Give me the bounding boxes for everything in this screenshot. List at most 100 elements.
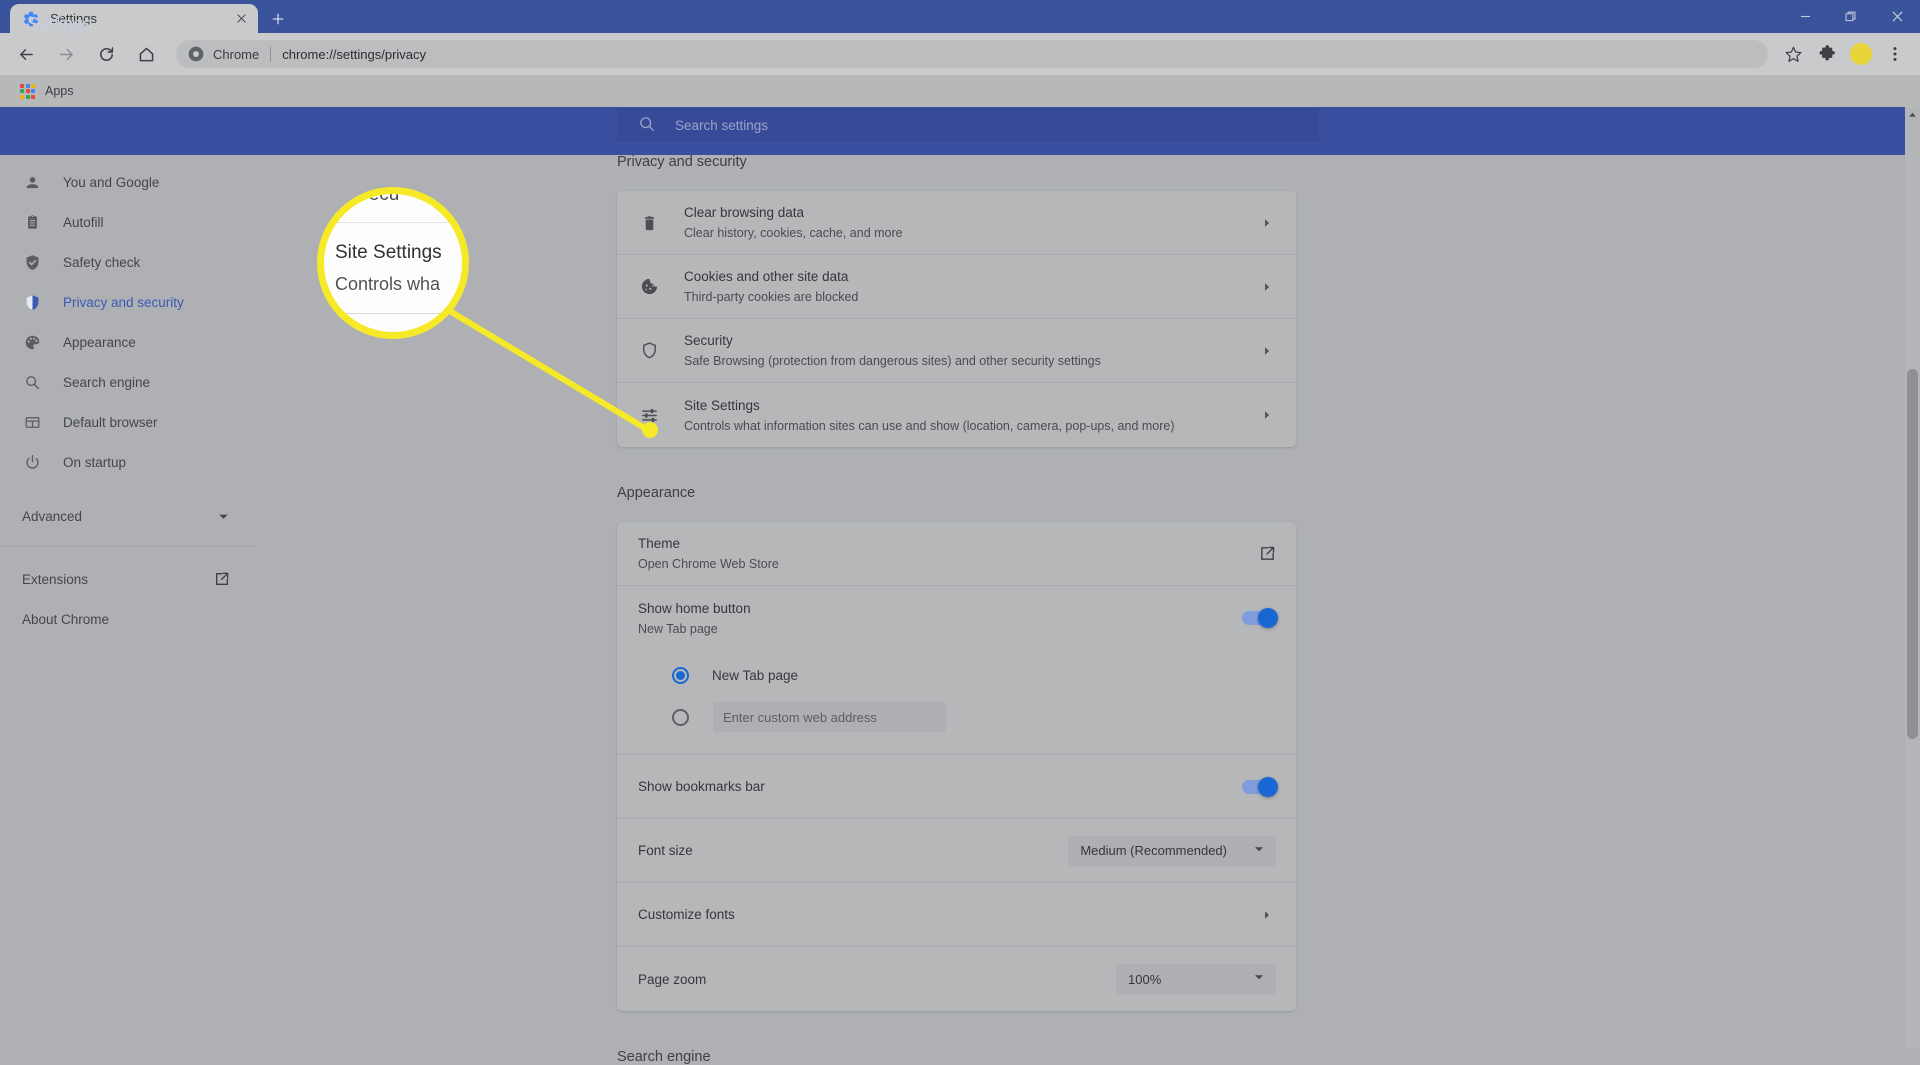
search-placeholder: Search settings	[675, 117, 769, 133]
radio-row-new-tab-page[interactable]: New Tab page	[617, 654, 1296, 696]
palette-icon	[22, 332, 42, 352]
row-title: Show home button	[638, 600, 751, 616]
magnifier-callout: Secu Site Settings Controls wha	[317, 187, 469, 339]
custom-web-address-input[interactable]	[713, 702, 946, 732]
sidebar-item-on-startup[interactable]: On startup	[0, 442, 256, 482]
sidebar-item-appearance[interactable]: Appearance	[0, 322, 256, 362]
profile-avatar-circle	[1850, 43, 1872, 65]
omnibox-separator	[270, 46, 272, 62]
row-title: Theme	[638, 536, 681, 551]
font-size-select[interactable]: Medium (Recommended)	[1068, 835, 1276, 866]
shield-icon	[638, 340, 660, 362]
sidebar-item-extensions[interactable]: Extensions	[0, 559, 256, 599]
vertical-scroll-thumb[interactable]	[1907, 369, 1918, 739]
row-title: Show bookmarks bar	[638, 779, 765, 794]
sidebar-item-label: On startup	[63, 454, 127, 470]
chevron-right-icon[interactable]	[1258, 278, 1276, 296]
vertical-scrollbar[interactable]	[1905, 107, 1920, 1048]
triangle-up-icon[interactable]	[1905, 107, 1920, 122]
section-title-privacy: Privacy and security	[617, 154, 747, 170]
row-subtitle: Safe Browsing (protection from dangerous…	[684, 354, 1101, 368]
settings-main-panel: Privacy and security Clear browsing data…	[256, 154, 1905, 1065]
new-tab-button[interactable]	[264, 6, 292, 32]
sidebar-item-label: Appearance	[63, 334, 136, 350]
window-controls	[1782, 0, 1920, 33]
toggle-knob	[1258, 776, 1278, 797]
row-show-bookmarks-bar[interactable]: Show bookmarks bar	[617, 755, 1296, 819]
sidebar-item-default-browser[interactable]: Default browser	[0, 402, 256, 442]
chevron-right-icon[interactable]	[1258, 406, 1276, 424]
chevron-right-icon[interactable]	[1258, 906, 1276, 924]
omnibox-url-text[interactable]: chrome://settings/privacy	[282, 47, 1756, 62]
sidebar-item-label: Search engine	[63, 374, 151, 390]
sidebar-item-you-and-google[interactable]: You and Google	[0, 162, 256, 202]
chevron-down-icon	[217, 510, 230, 523]
row-text-block: Security Safe Browsing (protection from …	[684, 331, 1258, 370]
sidebar-item-label: Autofill	[63, 214, 104, 230]
sidebar-footer-label: About Chrome	[22, 611, 110, 627]
radio-new-tab-page[interactable]	[672, 666, 689, 684]
minimize-icon[interactable]	[1782, 0, 1828, 33]
sidebar-item-search-engine[interactable]: Search engine	[0, 362, 256, 402]
magnifier-subtitle: Controls wha	[335, 274, 441, 294]
row-theme[interactable]: Theme Open Chrome Web Store	[617, 522, 1296, 586]
bookmark-item-apps[interactable]: Apps	[14, 81, 80, 102]
row-clear-browsing-data[interactable]: Clear browsing data Clear history, cooki…	[617, 191, 1296, 255]
page-zoom-select[interactable]: 100%	[1116, 964, 1276, 994]
sidebar-item-privacy-and-security[interactable]: Privacy and security	[0, 282, 256, 322]
magnifier-divider-bottom	[324, 313, 462, 314]
sidebar-item-advanced[interactable]: Advanced	[0, 496, 256, 536]
sidebar-item-label: Safety check	[63, 254, 141, 270]
radio-row-custom-address[interactable]	[617, 696, 1296, 738]
trash-icon	[638, 212, 660, 234]
shield-check-icon	[22, 252, 42, 272]
star-icon[interactable]	[1778, 39, 1808, 69]
close-icon[interactable]	[230, 8, 252, 30]
row-subtitle: Open Chrome Web Store	[638, 557, 779, 571]
sidebar-item-label: You and Google	[63, 174, 160, 190]
chevron-right-icon[interactable]	[1258, 214, 1276, 232]
row-subtitle: New Tab page	[638, 621, 718, 636]
external-link-icon	[214, 571, 230, 587]
row-title: Cookies and other site data	[684, 269, 849, 284]
row-text-block: Show bookmarks bar	[638, 777, 1242, 796]
chevron-down-icon	[1253, 970, 1265, 988]
sidebar-footer-label: Extensions	[22, 571, 89, 587]
section-title-search-engine: Search engine	[617, 1049, 711, 1065]
reload-button[interactable]	[90, 38, 122, 70]
radio-custom-web-address[interactable]	[672, 708, 689, 726]
shield-icon	[22, 292, 42, 312]
home-button[interactable]	[130, 38, 162, 70]
appearance-card: Theme Open Chrome Web Store Show home bu…	[617, 522, 1296, 1011]
toggle-show-home-button[interactable]	[1242, 608, 1278, 628]
row-subtitle: Controls what information sites can use …	[684, 418, 1175, 433]
row-page-zoom[interactable]: Page zoom 100%	[617, 947, 1296, 1011]
sidebar-item-autofill[interactable]: Autofill	[0, 202, 256, 242]
row-show-home-button[interactable]: Show home button New Tab page	[617, 586, 1296, 650]
puzzle-icon[interactable]	[1812, 39, 1842, 69]
close-window-icon[interactable]	[1874, 0, 1920, 33]
avatar[interactable]	[1846, 39, 1876, 69]
row-customize-fonts[interactable]: Customize fonts	[617, 883, 1296, 947]
three-dot-menu-icon[interactable]	[1880, 39, 1910, 69]
sidebar-item-about-chrome[interactable]: About Chrome	[0, 599, 256, 639]
row-security[interactable]: Security Safe Browsing (protection from …	[617, 319, 1296, 383]
row-site-settings[interactable]: Site Settings Controls what information …	[617, 383, 1296, 447]
sidebar-item-label: Privacy and security	[63, 294, 184, 310]
search-icon	[22, 372, 42, 392]
address-bar[interactable]: Chrome chrome://settings/privacy	[176, 40, 1768, 68]
row-title: Clear browsing data	[684, 205, 805, 220]
row-title: Site Settings	[684, 397, 760, 413]
row-text-block: Show home button New Tab page	[638, 599, 1242, 638]
row-cookies-and-other-site-data[interactable]: Cookies and other site data Third-party …	[617, 255, 1296, 319]
row-font-size[interactable]: Font size Medium (Recommended)	[617, 819, 1296, 883]
row-title: Security	[684, 333, 733, 348]
sidebar-item-safety-check[interactable]: Safety check	[0, 242, 256, 282]
power-icon	[22, 452, 42, 472]
toggle-show-bookmarks-bar[interactable]	[1242, 776, 1278, 797]
external-link-icon[interactable]	[1258, 545, 1276, 563]
chrome-logo-icon	[188, 46, 204, 62]
search-input[interactable]: Search settings	[617, 108, 1319, 142]
maximize-icon[interactable]	[1828, 0, 1874, 33]
chevron-right-icon[interactable]	[1258, 342, 1276, 360]
